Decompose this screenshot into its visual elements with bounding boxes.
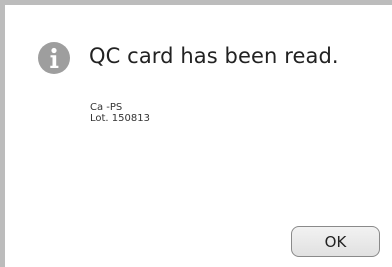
ok-button[interactable]: OK	[291, 226, 380, 257]
screen: QC card has been read. Ca -PS Lot. 15081…	[0, 0, 392, 267]
info-icon	[38, 42, 70, 74]
dialog-title: QC card has been read.	[89, 44, 339, 68]
qc-card-dialog: QC card has been read. Ca -PS Lot. 15081…	[5, 5, 392, 267]
qc-item-name: Ca -PS	[90, 102, 123, 113]
info-glyph	[50, 47, 59, 68]
qc-lot-number: Lot. 150813	[90, 113, 150, 124]
